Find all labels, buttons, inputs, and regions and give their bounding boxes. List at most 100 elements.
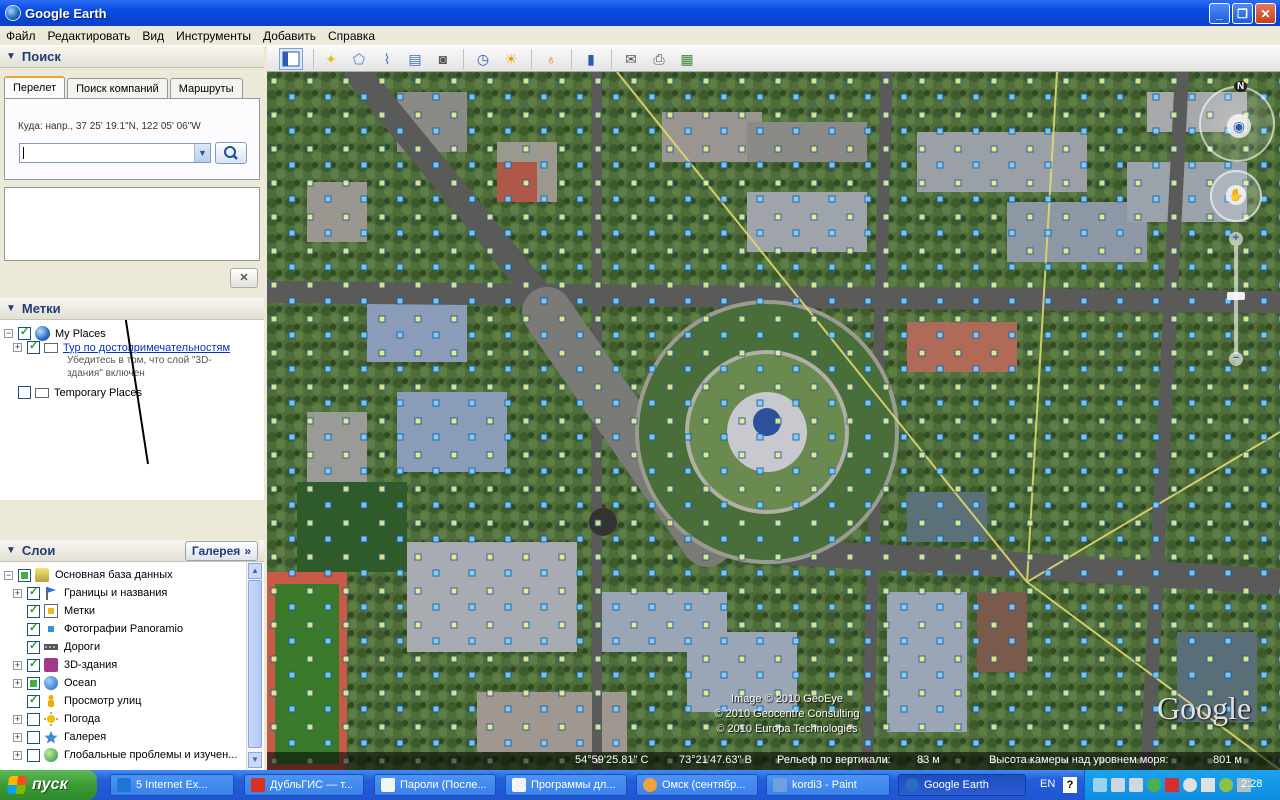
fly-to-input[interactable]: ▼ xyxy=(19,143,211,163)
checkbox[interactable] xyxy=(18,386,31,399)
email-button[interactable]: ✉ xyxy=(619,48,643,70)
tray-app-icon[interactable] xyxy=(1183,778,1197,792)
expand-toggle[interactable]: + xyxy=(13,750,22,760)
tab-fly-to[interactable]: Перелет xyxy=(4,76,66,98)
checkbox[interactable] xyxy=(18,568,31,582)
tray-app-icon[interactable] xyxy=(1147,778,1161,792)
network-icon[interactable] xyxy=(1093,778,1107,792)
checkbox[interactable] xyxy=(27,748,40,762)
taskbar-item-paint[interactable]: kordi3 - Paint xyxy=(766,774,890,796)
layer-borders-labels[interactable]: + Границы и названия xyxy=(13,585,167,600)
taskbar-item-2gis[interactable]: ДубльГИС — т... xyxy=(244,774,364,796)
tree-item-temporary-places[interactable]: Temporary Places xyxy=(18,386,142,399)
layer-weather[interactable]: + Погода xyxy=(13,712,100,726)
checkbox[interactable] xyxy=(27,603,40,618)
earth-view[interactable]: N ◉ ✋ + − Image © 2010 GeoEye © 2010 Geo… xyxy=(267,72,1280,770)
menu-file[interactable]: Файл xyxy=(0,29,42,43)
layer-gallery[interactable]: + Галерея xyxy=(13,730,106,744)
tray-app-icon[interactable] xyxy=(1111,778,1125,792)
tray-app-icon[interactable] xyxy=(1129,778,1143,792)
tree-item-my-places[interactable]: − My Places xyxy=(4,325,106,341)
checkbox[interactable] xyxy=(27,730,40,744)
scroll-up-arrow[interactable]: ▲ xyxy=(248,563,262,579)
checkbox[interactable] xyxy=(27,639,40,654)
look-around-control[interactable]: N ◉ xyxy=(1199,81,1275,162)
menu-help[interactable]: Справка xyxy=(322,29,381,43)
clock[interactable]: 2:28 xyxy=(1241,778,1262,790)
help-icon[interactable]: ? xyxy=(1063,777,1077,793)
layer-street-view[interactable]: Просмотр улиц xyxy=(27,693,141,708)
taskbar-item-google-earth[interactable]: Google Earth xyxy=(898,774,1026,796)
sidebar-toggle-button[interactable] xyxy=(279,48,303,70)
maximize-button[interactable]: ❐ xyxy=(1232,3,1253,24)
expand-toggle[interactable]: + xyxy=(13,660,22,670)
add-placemark-button[interactable]: ✦ xyxy=(319,48,343,70)
layer-global-awareness[interactable]: + Глобальные проблемы и изучен... xyxy=(13,748,237,762)
layer-panoramio[interactable]: Фотографии Panoramio xyxy=(27,621,183,636)
minimize-button[interactable]: _ xyxy=(1209,3,1230,24)
print-button[interactable]: ⎙ xyxy=(647,48,671,70)
expand-toggle[interactable]: + xyxy=(13,343,22,352)
search-button[interactable] xyxy=(215,142,247,164)
expand-toggle[interactable]: + xyxy=(13,732,22,742)
ruler-button[interactable]: ▮ xyxy=(579,48,603,70)
checkbox[interactable] xyxy=(27,712,40,726)
layers-panel-header[interactable]: ▼ Слои Галерея » xyxy=(0,540,264,562)
menu-view[interactable]: Вид xyxy=(136,29,170,43)
zoom-slider[interactable]: + − xyxy=(1227,232,1245,368)
move-control[interactable]: ✋ xyxy=(1210,170,1262,222)
scroll-down-arrow[interactable]: ▼ xyxy=(248,752,262,768)
close-button[interactable]: ✕ xyxy=(1255,3,1276,24)
tab-directions[interactable]: Маршруты xyxy=(169,78,243,98)
places-panel-header[interactable]: ▼ Метки xyxy=(0,298,264,320)
switch-planet-button[interactable]: ♁ xyxy=(539,48,563,70)
record-tour-button[interactable]: ◙ xyxy=(431,48,455,70)
layers-scrollbar[interactable]: ▲ ▼ xyxy=(246,562,262,770)
tab-find-businesses[interactable]: Поиск компаний xyxy=(67,78,168,98)
add-polygon-button[interactable]: ⬠ xyxy=(347,48,371,70)
checkbox[interactable] xyxy=(27,693,40,708)
historical-imagery-button[interactable]: ◷ xyxy=(471,48,495,70)
sunlight-button[interactable]: ☀ xyxy=(499,48,523,70)
scroll-thumb[interactable] xyxy=(248,580,262,748)
checkbox[interactable] xyxy=(27,621,40,636)
layer-primary-database[interactable]: − Основная база данных xyxy=(4,568,173,582)
checkbox[interactable] xyxy=(27,657,40,672)
zoom-out-button[interactable]: − xyxy=(1229,352,1243,366)
tray-app-icon[interactable] xyxy=(1201,778,1215,792)
expand-toggle[interactable]: + xyxy=(13,678,22,688)
checkbox[interactable] xyxy=(27,339,40,354)
zoom-in-button[interactable]: + xyxy=(1229,232,1243,246)
collapse-toggle[interactable]: − xyxy=(4,570,13,580)
checkbox[interactable] xyxy=(27,585,40,600)
layer-placemarks[interactable]: Метки xyxy=(27,603,95,618)
language-indicator[interactable]: EN xyxy=(1040,778,1055,790)
antivirus-icon[interactable] xyxy=(1165,778,1179,792)
checkbox[interactable] xyxy=(27,676,40,690)
clear-results-button[interactable]: ✕ xyxy=(230,268,258,288)
layer-ocean[interactable]: + Ocean xyxy=(13,676,96,690)
layer-3d-buildings[interactable]: + 3D-здания xyxy=(13,657,117,672)
taskbar-item-passwords[interactable]: Пароли (После... xyxy=(374,774,496,796)
taskbar-item-omsk[interactable]: Омск (сентябр... xyxy=(636,774,758,796)
hand-icon: ✋ xyxy=(1226,185,1246,205)
add-overlay-button[interactable]: ▤ xyxy=(403,48,427,70)
search-panel-header[interactable]: ▼ Поиск xyxy=(0,46,264,68)
dropdown-arrow-icon[interactable]: ▼ xyxy=(194,144,210,162)
tree-item-tour[interactable]: + Тур по достопримечательностям xyxy=(13,339,230,354)
tray-app-icon[interactable] xyxy=(1219,778,1233,792)
view-in-maps-button[interactable]: ▦ xyxy=(675,48,699,70)
menu-add[interactable]: Добавить xyxy=(257,29,322,43)
collapse-toggle[interactable]: − xyxy=(4,329,13,338)
taskbar-item-internet-explorer[interactable]: 5 Internet Ex... xyxy=(110,774,234,796)
start-button[interactable]: пуск xyxy=(0,770,97,800)
expand-toggle[interactable]: + xyxy=(13,588,22,598)
menu-edit[interactable]: Редактировать xyxy=(42,29,137,43)
add-path-button[interactable]: ⌇ xyxy=(375,48,399,70)
taskbar-item-programs[interactable]: Программы дл... xyxy=(505,774,627,796)
zoom-thumb[interactable] xyxy=(1227,292,1245,300)
gallery-button[interactable]: Галерея » xyxy=(184,541,258,561)
menu-tools[interactable]: Инструменты xyxy=(170,29,257,43)
layer-roads[interactable]: Дороги xyxy=(27,639,100,654)
expand-toggle[interactable]: + xyxy=(13,714,22,724)
